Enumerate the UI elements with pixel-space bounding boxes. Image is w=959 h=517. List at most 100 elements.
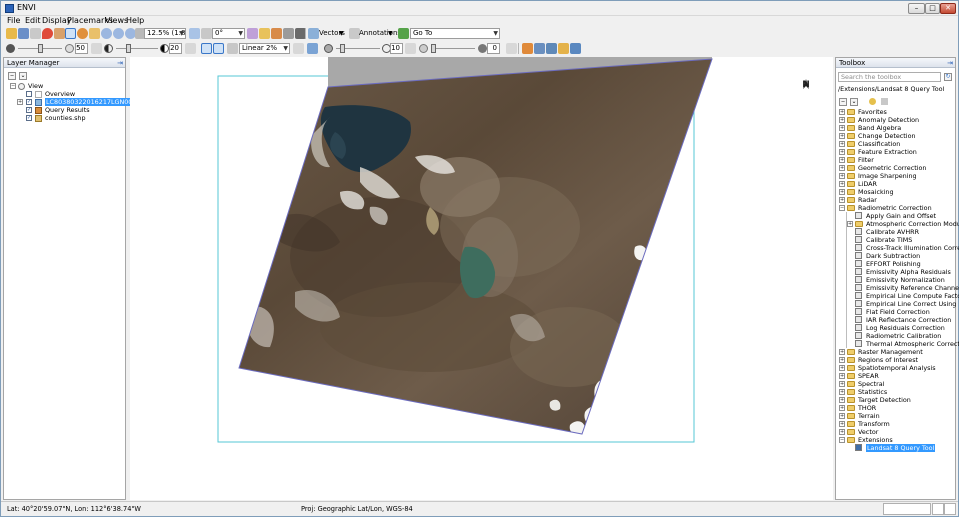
expand-icon[interactable]: + (17, 99, 23, 105)
portal-icon[interactable] (534, 43, 545, 54)
reset-transparency-icon[interactable] (506, 43, 517, 54)
expand-icon[interactable]: + (839, 389, 845, 395)
open-icon[interactable] (6, 28, 17, 39)
stretch-settings-icon[interactable] (227, 43, 238, 54)
view-canvas[interactable]: N (130, 57, 833, 500)
toolbox-category[interactable]: + Transform (836, 420, 955, 428)
blend-icon[interactable] (570, 43, 581, 54)
contrast-thumb[interactable] (126, 44, 131, 53)
crosshair-icon[interactable] (259, 28, 270, 39)
sharpen-thumb[interactable] (340, 44, 345, 53)
toolbox-tool-item[interactable]: Apply Gain and Offset (836, 212, 955, 220)
toolbox-tool-item[interactable]: Emissivity Normalization (836, 276, 955, 284)
expand-icon[interactable]: + (839, 197, 845, 203)
expand-icon[interactable]: + (839, 413, 845, 419)
contrast-value[interactable]: 20 (169, 43, 182, 54)
placemark-icon[interactable] (42, 28, 53, 39)
fly-icon[interactable] (89, 28, 100, 39)
collapse-all-button[interactable]: ‒ (839, 98, 847, 106)
toolbox-category[interactable]: + Classification (836, 140, 955, 148)
expand-icon[interactable]: + (839, 133, 845, 139)
layer-checkbox[interactable] (26, 91, 32, 97)
toolbox-category[interactable]: + Vector (836, 428, 955, 436)
expand-icon[interactable]: + (839, 421, 845, 427)
collapse-all-button[interactable]: ‒ (8, 72, 16, 80)
expand-icon[interactable]: + (839, 357, 845, 363)
transparency-value[interactable]: 0 (487, 43, 500, 54)
toolbox-tool-item[interactable]: Landsat 8 Query Tool (836, 444, 955, 452)
toolbox-category[interactable]: − Extensions (836, 436, 955, 444)
toolbox-tool-item[interactable]: Dark Subtraction (836, 252, 955, 260)
layer-tree-item[interactable]: Overview (4, 90, 125, 98)
zoom-combo[interactable]: 12.5% (1:8.0)▼ (144, 28, 186, 39)
toolbox-category[interactable]: + Spectral (836, 380, 955, 388)
spectral-profile-icon[interactable] (271, 28, 282, 39)
layer-tree-item[interactable]: + ✓ LC80380322016217LGN00 [RE (4, 98, 147, 106)
expand-icon[interactable]: + (839, 117, 845, 123)
vectors-icon[interactable] (308, 28, 319, 39)
layer-checkbox[interactable]: ✓ (26, 115, 32, 121)
expand-icon[interactable]: + (839, 149, 845, 155)
collapse-icon[interactable]: − (10, 83, 16, 89)
go-to-combo[interactable]: Go To ▼ (410, 28, 500, 39)
sharpen-slider[interactable] (336, 44, 380, 53)
toolbox-category[interactable]: + Image Sharpening (836, 172, 955, 180)
toolbox-tool-item[interactable]: Calibrate AVHRR (836, 228, 955, 236)
contrast-slider[interactable] (116, 44, 158, 53)
toolbox-category[interactable]: + Regions of Interest (836, 356, 955, 364)
toolbox-category[interactable]: − Radiometric Correction (836, 204, 955, 212)
toolbox-category[interactable]: + Feature Extraction (836, 148, 955, 156)
toolbox-tool-item[interactable]: EFFORT Polishing (836, 260, 955, 268)
rotate-icon[interactable] (189, 28, 200, 39)
transparency-slider[interactable] (431, 44, 475, 53)
collapse-icon[interactable]: − (839, 437, 845, 443)
toolbox-tool-item[interactable]: Thermal Atmospheric Correction (836, 340, 959, 348)
menu-edit[interactable]: Edit (25, 16, 41, 26)
expand-icon[interactable]: + (839, 181, 845, 187)
toolbox-tool-item[interactable]: Emissivity Reference Channel (836, 284, 959, 292)
menu-views[interactable]: Views (105, 16, 128, 26)
chip-to-file-icon[interactable] (522, 43, 533, 54)
layer-tree-item[interactable]: − View (4, 82, 125, 90)
brightness-slider[interactable] (18, 44, 62, 53)
maximize-button[interactable]: □ (925, 3, 940, 14)
grid-icon[interactable] (247, 28, 258, 39)
rotate-settings-icon[interactable] (201, 28, 212, 39)
toolbox-category[interactable]: + Statistics (836, 388, 955, 396)
toolbox-category[interactable]: + Favorites (836, 108, 955, 116)
select-arrow-icon[interactable] (65, 28, 76, 39)
toolbox-category[interactable]: + Radar (836, 196, 955, 204)
expand-icon[interactable]: + (839, 109, 845, 115)
layer-checkbox[interactable]: ✓ (26, 107, 32, 113)
toolbox-category[interactable]: + LiDAR (836, 180, 955, 188)
toolbox-tool-item[interactable]: Empirical Line Compute Factors and (836, 292, 959, 300)
expand-icon[interactable]: + (839, 405, 845, 411)
toolbox-category[interactable]: + Raster Management (836, 348, 955, 356)
expand-icon[interactable]: + (839, 381, 845, 387)
layer-tree-item[interactable]: ✓ counties.shp (4, 114, 125, 122)
toolbox-tool-item[interactable]: Emissivity Alpha Residuals (836, 268, 955, 276)
swipe-icon[interactable] (546, 43, 557, 54)
pin-icon[interactable]: ⇥ (117, 58, 123, 68)
expand-icon[interactable]: + (839, 365, 845, 371)
layer-icon[interactable] (30, 28, 41, 39)
toolbox-tool-item[interactable]: Empirical Line Correct Using Existing (836, 300, 959, 308)
toolbox-category[interactable]: + Target Detection (836, 396, 955, 404)
toolbox-tool-item[interactable]: Radiometric Calibration (836, 332, 955, 340)
toolbox-category[interactable]: + Geometric Correction (836, 164, 955, 172)
annotation-icon[interactable] (283, 28, 294, 39)
rotation-combo[interactable]: 0° ▼ (212, 28, 245, 39)
transparency-thumb[interactable] (431, 44, 436, 53)
toolbox-category[interactable]: + Spatiotemporal Analysis (836, 364, 955, 372)
toolbox-tool-item[interactable]: Cross-Track Illumination Correction (836, 244, 959, 252)
expand-icon[interactable]: + (839, 157, 845, 163)
expand-icon[interactable]: + (847, 221, 853, 227)
zoom-in-icon[interactable] (101, 28, 112, 39)
sharpen-value[interactable]: 10 (390, 43, 403, 54)
brightness-thumb[interactable] (38, 44, 43, 53)
toolbox-search-input[interactable]: Search the toolbox (838, 72, 941, 82)
expand-icon[interactable]: + (839, 173, 845, 179)
expand-icon[interactable]: + (839, 397, 845, 403)
dynamic-stretch-icon[interactable] (213, 43, 224, 54)
expand-icon[interactable]: + (839, 373, 845, 379)
